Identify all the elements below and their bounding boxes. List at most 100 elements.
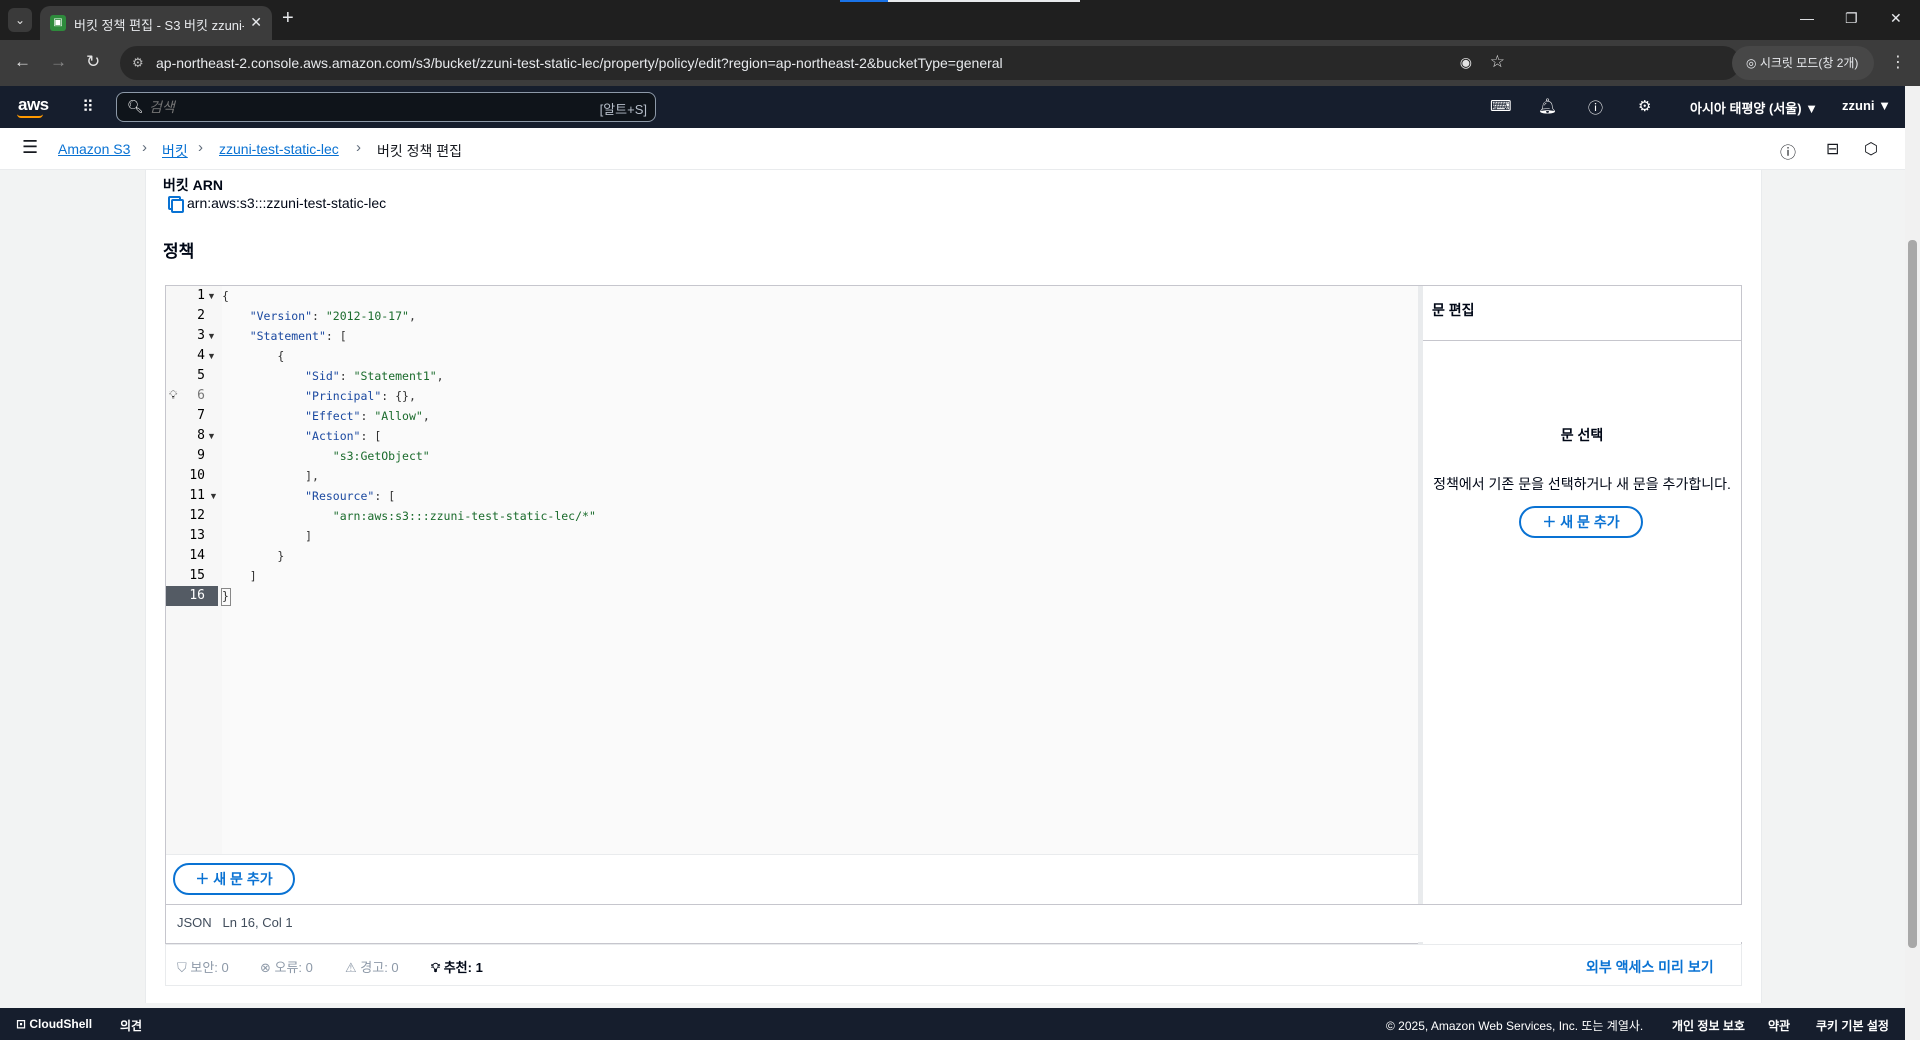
code-token: : [ (374, 489, 396, 503)
code-line: { (222, 286, 229, 306)
lightbulb-icon[interactable]: 💡︎ (169, 388, 177, 403)
copy-icon-front[interactable] (171, 199, 184, 213)
bookmark-star-icon[interactable]: ☆ (1490, 52, 1505, 72)
editor-status: JSON Ln 16, Col 1 (177, 915, 293, 930)
error-count[interactable]: ⊗ 오류: 0 (260, 957, 313, 976)
line-number: 2 (197, 308, 205, 323)
console-footer: ⊡ CloudShell 의견 © 2025, Amazon Web Servi… (0, 1008, 1905, 1040)
policy-heading: 정책 (163, 242, 195, 261)
code-key: "Principal" (305, 389, 382, 403)
site-info-icon[interactable]: ⚙ (132, 55, 144, 71)
lightbulb-icon: 💡︎ (431, 960, 444, 975)
breadcrumb-bucket-name[interactable]: zzuni-test-static-lec (219, 141, 339, 157)
warning-label: 경고: 0 (360, 960, 399, 975)
breadcrumb-buckets[interactable]: 버킷 (162, 141, 188, 161)
code-key: "Version" (249, 309, 313, 323)
tab-close-icon[interactable]: ✕ (250, 14, 262, 31)
search-input[interactable] (149, 99, 449, 115)
account-menu[interactable]: zzuni ▼ (1842, 98, 1891, 113)
info-icon[interactable]: ⓘ (1780, 139, 1796, 163)
breadcrumb-amazon-s3[interactable]: Amazon S3 (58, 141, 130, 157)
select-statement-desc: 정책에서 기존 문을 선택하거나 새 문을 추가합니다. (1433, 476, 1731, 492)
reload-icon[interactable]: ↻ (86, 52, 100, 72)
suggestion-count[interactable]: 💡︎ 추천: 1 (431, 957, 483, 976)
aws-top-nav: aws ⠿ 🔍︎ [알트+S] ⌨ 🔔︎ ⓘ ⚙ 아시아 태평양 (서울) ▼ … (0, 86, 1905, 128)
code-token: ] (305, 529, 313, 543)
aws-logo[interactable]: aws (18, 95, 49, 115)
validation-bar (165, 944, 1742, 986)
code-line: "Principal": {}, (222, 386, 416, 406)
tab-search-icon[interactable]: ⌄ (8, 8, 32, 32)
plus-icon: ＋ (195, 871, 214, 887)
line-number: 15 (189, 568, 205, 583)
code-line: ], (222, 466, 319, 486)
external-access-preview-link[interactable]: 외부 액세스 미리 보기 (1586, 957, 1714, 977)
line-number: 9 (197, 448, 205, 463)
fold-arrow-icon[interactable]: ▼ (207, 291, 216, 301)
search-box[interactable]: 🔍︎ [알트+S] (116, 92, 656, 122)
code-key: "Effect" (305, 409, 361, 423)
region-selector[interactable]: 아시아 태평양 (서울) ▼ (1690, 98, 1818, 117)
line-number: 7 (197, 408, 205, 423)
add-statement-bar (166, 854, 1418, 904)
page-scrollbar-thumb[interactable] (1908, 240, 1917, 948)
forward-icon[interactable]: → (50, 52, 67, 72)
privacy-link[interactable]: 개인 정보 보호 (1672, 1017, 1745, 1034)
editor-status-bar (166, 904, 1742, 942)
text-cursor (221, 588, 231, 606)
hamburger-menu-icon[interactable]: ☰ (22, 137, 38, 158)
warning-count[interactable]: ⚠ 경고: 0 (345, 957, 399, 976)
copyright: © 2025, Amazon Web Services, Inc. 또는 계열사… (1386, 1019, 1644, 1033)
tracking-eye-icon[interactable]: ◉ (1460, 54, 1472, 71)
fold-arrow-icon[interactable]: ▼ (207, 351, 216, 361)
feedback-link[interactable]: 의견 (120, 1017, 142, 1034)
divider (1423, 340, 1741, 341)
code-line: ] (222, 526, 312, 546)
url-text[interactable]: ap-northeast-2.console.aws.amazon.com/s3… (156, 55, 1003, 71)
browser-tab[interactable]: ▣ 버킷 정책 편집 - S3 버킷 zzuni-test ✕ (40, 6, 272, 40)
s3-favicon-icon: ▣ (50, 15, 66, 31)
close-window-icon[interactable]: ✕ (1890, 10, 1902, 27)
cloudshell-icon[interactable]: ⌨ (1490, 97, 1512, 115)
address-bar[interactable]: ⚙ ap-northeast-2.console.aws.amazon.com/… (120, 46, 1740, 80)
code-token: ], (305, 469, 319, 483)
side-add-statement-button[interactable]: ＋ 새 문 추가 (1519, 506, 1643, 538)
line-number: 10 (189, 468, 205, 483)
add-statement-button[interactable]: ＋ 새 문 추가 (173, 863, 295, 895)
help-icon[interactable]: ⓘ (1588, 97, 1603, 118)
fold-arrow-icon[interactable]: ▼ (207, 331, 216, 341)
fold-arrow-icon[interactable]: ▼ (209, 491, 218, 501)
code-key: "Statement" (249, 329, 326, 343)
settings-gear-icon[interactable]: ⚙ (1638, 97, 1651, 115)
notifications-bell-icon[interactable]: 🔔︎ (1538, 97, 1557, 115)
code-string: "Statement1" (353, 369, 437, 383)
line-number: 13 (189, 528, 205, 543)
incognito-badge[interactable]: ◎ 시크릿 모드(창 2개) (1732, 46, 1874, 80)
fold-arrow-icon[interactable]: ▼ (207, 431, 216, 441)
services-grid-icon[interactable]: ⠿ (82, 97, 94, 117)
cookie-preferences-link[interactable]: 쿠키 기본 설정 (1816, 1017, 1889, 1034)
restore-icon[interactable]: ❐ (1845, 10, 1858, 27)
code-key: "Action" (305, 429, 361, 443)
code-line: "arn:aws:s3:::zzuni-test-static-lec/*" (222, 506, 596, 526)
security-count[interactable]: ⛉ 보안: 0 (177, 957, 229, 976)
notifications-panel-icon[interactable]: ⊟ (1826, 139, 1839, 159)
code-token: : {}, (381, 389, 416, 403)
code-string: "Allow" (374, 409, 423, 423)
minimize-icon[interactable]: — (1800, 10, 1814, 26)
browser-toolbar: ← → ↻ ⚙ ap-northeast-2.console.aws.amazo… (0, 40, 1920, 86)
terms-link[interactable]: 약관 (1768, 1017, 1790, 1034)
browser-menu-icon[interactable]: ⋮ (1890, 52, 1906, 72)
back-icon[interactable]: ← (14, 52, 31, 72)
settings-panel-icon[interactable]: ⬡ (1864, 139, 1878, 159)
code-key: "Resource" (305, 489, 375, 503)
code-line: "Effect": "Allow", (305, 409, 430, 423)
chevron-right-icon: › (198, 139, 203, 156)
code-token: { (277, 349, 285, 363)
code-token: : [ (360, 429, 382, 443)
error-x-icon: ⊗ (260, 960, 275, 975)
cloudshell-link[interactable]: ⊡ CloudShell (16, 1017, 92, 1031)
search-icon: 🔍︎ (127, 99, 144, 114)
new-tab-icon[interactable]: + (282, 8, 294, 28)
edit-statement-panel (1423, 286, 1741, 944)
